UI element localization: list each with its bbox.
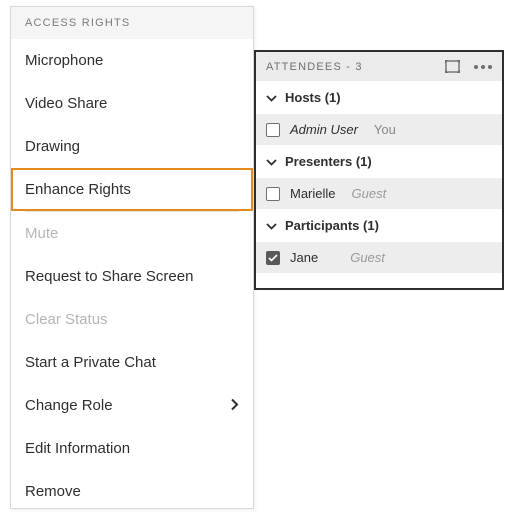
attendees-title: ATTENDEES - 3 — [266, 61, 445, 73]
chevron-right-icon — [231, 397, 239, 414]
group-header-hosts[interactable]: Hosts (1) — [256, 81, 502, 114]
menu-item-label: Change Role — [25, 397, 113, 414]
attendees-panel: ATTENDEES - 3 Hosts (1) Admin User You — [254, 50, 504, 290]
group-label: Presenters (1) — [285, 154, 372, 169]
checkbox-unchecked-icon[interactable] — [266, 123, 280, 137]
attendee-name: Jane — [290, 250, 318, 265]
chevron-down-icon — [266, 218, 277, 233]
fullscreen-icon[interactable] — [445, 60, 460, 73]
chevron-down-icon — [266, 154, 277, 169]
menu-item-clear-status: Clear Status — [11, 298, 253, 341]
attendee-tag: You — [374, 122, 396, 137]
chevron-down-icon — [266, 90, 277, 105]
attendee-row-marielle[interactable]: Marielle Guest — [256, 178, 502, 209]
group-label: Hosts (1) — [285, 90, 341, 105]
attendee-row-jane[interactable]: Jane Guest — [256, 242, 502, 273]
attendee-tag: Guest — [350, 250, 385, 265]
attendee-tag: Guest — [352, 186, 387, 201]
attendee-name: Marielle — [290, 186, 336, 201]
menu-item-drawing[interactable]: Drawing — [11, 125, 253, 168]
access-rights-menu: ACCESS RIGHTS Microphone Video Share Dra… — [10, 6, 254, 509]
attendees-header-actions — [445, 60, 492, 73]
group-header-participants[interactable]: Participants (1) — [256, 209, 502, 242]
group-header-presenters[interactable]: Presenters (1) — [256, 145, 502, 178]
menu-item-remove[interactable]: Remove — [11, 470, 253, 513]
menu-item-enhance-rights[interactable]: Enhance Rights — [11, 168, 253, 211]
menu-item-edit-information[interactable]: Edit Information — [11, 427, 253, 470]
menu-item-video-share[interactable]: Video Share — [11, 82, 253, 125]
checkbox-unchecked-icon[interactable] — [266, 187, 280, 201]
menu-item-microphone[interactable]: Microphone — [11, 39, 253, 82]
checkbox-checked-icon[interactable] — [266, 251, 280, 265]
attendees-count-sep: - — [342, 61, 355, 73]
attendees-count: 3 — [355, 61, 362, 73]
more-options-icon[interactable] — [474, 65, 492, 69]
group-label: Participants (1) — [285, 218, 379, 233]
menu-item-change-role[interactable]: Change Role — [11, 384, 253, 427]
attendee-name: Admin User — [290, 122, 358, 137]
attendees-header: ATTENDEES - 3 — [256, 52, 502, 81]
menu-header: ACCESS RIGHTS — [11, 7, 253, 39]
menu-item-mute: Mute — [11, 212, 253, 255]
menu-item-request-share[interactable]: Request to Share Screen — [11, 255, 253, 298]
menu-item-private-chat[interactable]: Start a Private Chat — [11, 341, 253, 384]
attendee-row-admin[interactable]: Admin User You — [256, 114, 502, 145]
attendees-title-text: ATTENDEES — [266, 61, 342, 73]
